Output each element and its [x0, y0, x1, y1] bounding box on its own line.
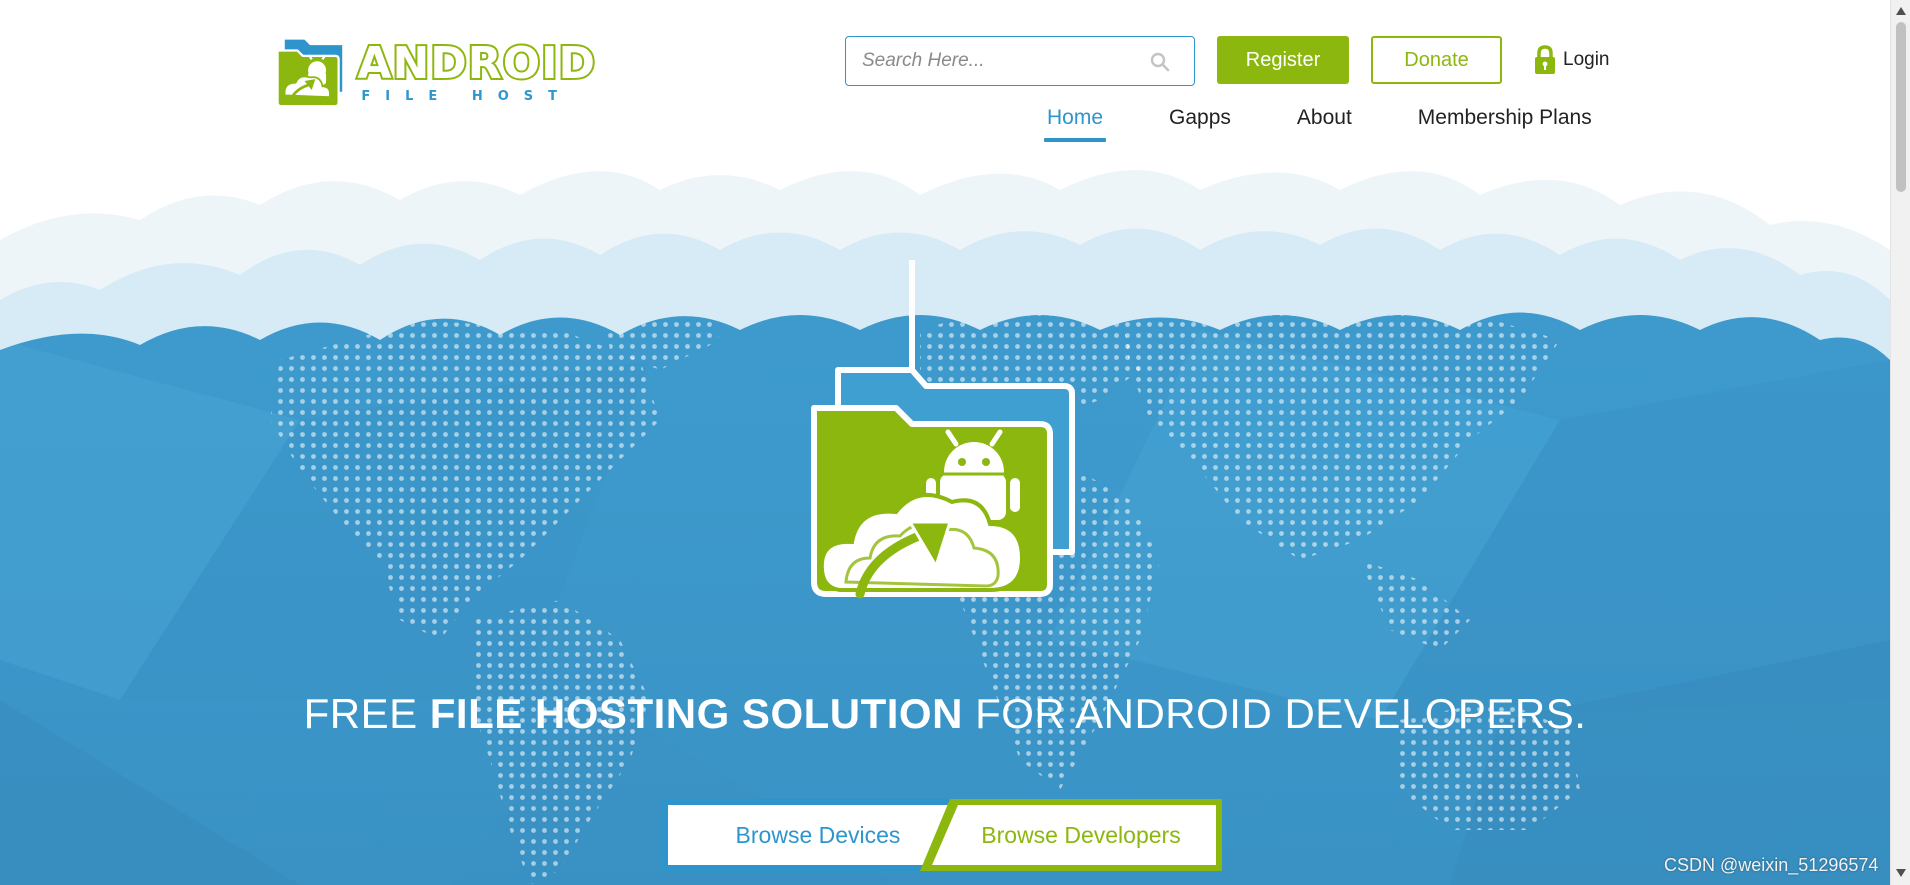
watermark-text: CSDN @weixin_51296574	[1664, 855, 1879, 875]
browse-devices-button[interactable]: Browse Devices	[668, 803, 968, 867]
nav-item-gapps[interactable]: Gapps	[1166, 100, 1234, 142]
donate-button[interactable]: Donate	[1371, 36, 1502, 84]
headline-part1: FREE	[303, 690, 430, 737]
register-button[interactable]: Register	[1217, 36, 1349, 84]
logo-text: ANDROID FILE HOST	[355, 37, 597, 104]
nav-item-membership-plans[interactable]: Membership Plans	[1415, 100, 1595, 142]
headline-strong: FILE HOSTING SOLUTION	[429, 690, 963, 737]
hero-headline: FREE FILE HOSTING SOLUTION FOR ANDROID D…	[0, 690, 1890, 738]
site-header: ANDROID FILE HOST Register Donate Login …	[0, 0, 1890, 150]
headline-part2: FOR ANDROID DEVELOPERS.	[962, 690, 1587, 737]
search-icon[interactable]	[1150, 52, 1170, 72]
logo-subtitle: FILE HOST	[361, 88, 572, 104]
nav-item-home[interactable]: Home	[1044, 100, 1107, 142]
search-input[interactable]	[846, 50, 1136, 72]
login-label: Login	[1563, 49, 1610, 70]
nav-item-about[interactable]: About	[1294, 100, 1355, 142]
android-folder-cloud-icon	[276, 39, 343, 108]
browse-developers-button[interactable]: Browse Developers	[946, 803, 1216, 867]
search-box[interactable]	[845, 36, 1195, 86]
page-scrollbar[interactable]	[1890, 0, 1910, 885]
scroll-up-arrow-icon[interactable]	[1895, 6, 1907, 16]
hanging-rope	[909, 260, 915, 372]
lock-icon	[1535, 45, 1555, 74]
logo-wordmark: ANDROID	[355, 37, 597, 89]
main-nav: Home Gapps About Membership Plans	[1044, 100, 1595, 146]
site-logo[interactable]: ANDROID FILE HOST	[274, 32, 597, 112]
login-link[interactable]: Login	[1533, 40, 1610, 80]
scroll-thumb[interactable]	[1896, 22, 1906, 192]
scroll-down-arrow-icon[interactable]	[1895, 868, 1907, 878]
hero-folder-icon	[811, 367, 1075, 599]
cta-group: Browse Devices Browse Developers	[662, 797, 1222, 873]
